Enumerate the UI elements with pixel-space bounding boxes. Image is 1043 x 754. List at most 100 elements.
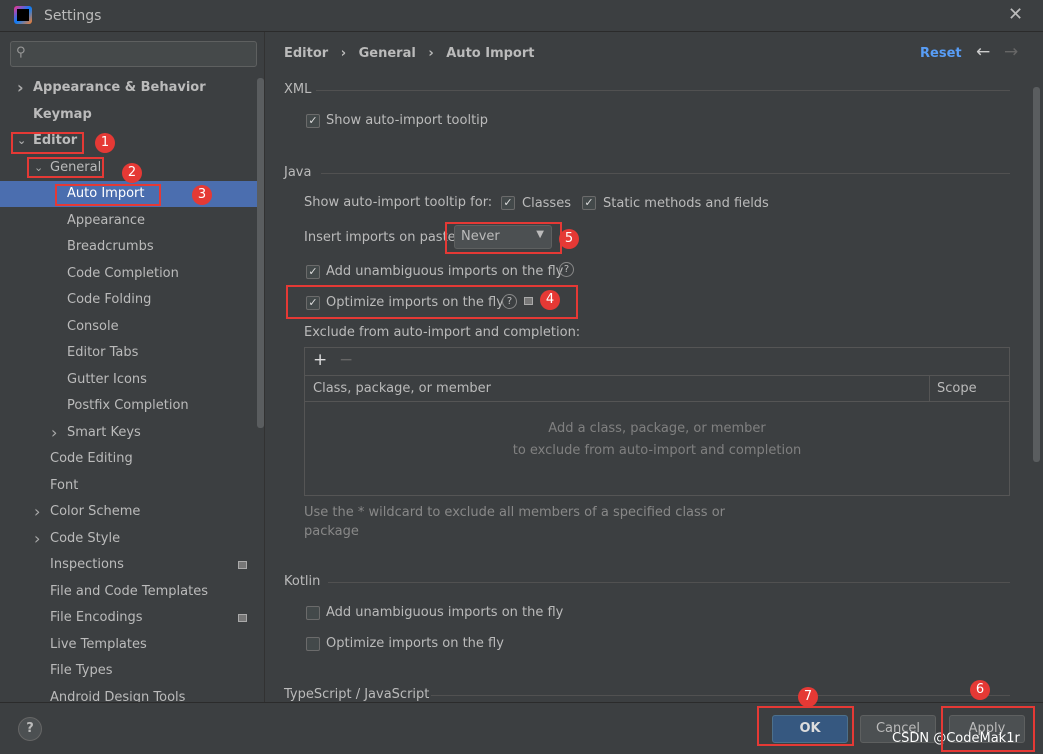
sidebar-item-font[interactable]: Font bbox=[0, 473, 258, 499]
column-header-member[interactable]: Class, package, or member bbox=[313, 381, 491, 396]
sidebar-item-editor-tabs[interactable]: Editor Tabs bbox=[0, 340, 258, 366]
annotation-5: 5 bbox=[559, 229, 579, 249]
back-arrow-icon[interactable]: ← bbox=[976, 42, 990, 62]
sidebar-item-label: Code Editing bbox=[50, 451, 133, 466]
sidebar-item-label: Code Style bbox=[50, 530, 121, 546]
sidebar-scrollbar[interactable] bbox=[257, 78, 264, 428]
sidebar-item-code-completion[interactable]: Code Completion bbox=[0, 261, 258, 287]
breadcrumb: Editor › General › Auto Import bbox=[284, 46, 535, 61]
sidebar-item-appearance[interactable]: Appearance bbox=[0, 208, 258, 234]
typescript-section-title: TypeScript / JavaScript bbox=[284, 687, 430, 702]
chevron-right-icon[interactable]: › bbox=[34, 526, 40, 552]
chevron-right-icon[interactable]: › bbox=[51, 420, 57, 446]
static-methods-checkbox[interactable]: ✓ bbox=[582, 196, 596, 210]
sidebar-item-code-style[interactable]: › Code Style bbox=[0, 526, 258, 552]
xml-show-tooltip-label: Show auto-import tooltip bbox=[326, 113, 489, 128]
java-section-title: Java bbox=[284, 165, 312, 180]
sidebar-item-label: Console bbox=[67, 318, 119, 334]
sidebar-item-label: File Types bbox=[50, 663, 113, 678]
tooltip-for-label: Show auto-import tooltip for: bbox=[304, 195, 493, 210]
annotation-1: 1 bbox=[95, 133, 115, 153]
annotation-3: 3 bbox=[192, 185, 212, 205]
chevron-right-icon[interactable]: › bbox=[34, 499, 40, 525]
sidebar-item-breadcrumbs[interactable]: Breadcrumbs bbox=[0, 234, 258, 260]
sidebar-item-label: Postfix Completion bbox=[67, 398, 189, 413]
column-header-scope[interactable]: Scope bbox=[937, 381, 977, 396]
insert-imports-label: Insert imports on paste: bbox=[304, 230, 461, 245]
annotation-4: 4 bbox=[540, 290, 560, 310]
breadcrumb-auto-import: Auto Import bbox=[446, 46, 535, 61]
sidebar-item-label: Smart Keys bbox=[67, 424, 141, 440]
search-icon: ⚲ bbox=[16, 45, 26, 60]
sidebar-item-console[interactable]: Console bbox=[0, 314, 258, 340]
annotation-7: 7 bbox=[798, 687, 818, 707]
exclude-label: Exclude from auto-import and completion: bbox=[304, 325, 581, 340]
kotlin-optimize-label: Optimize imports on the fly bbox=[326, 636, 504, 651]
sidebar-item-label: Appearance bbox=[67, 212, 146, 228]
annotation-6: 6 bbox=[970, 680, 990, 700]
sidebar-item-file-encodings[interactable]: File Encodings bbox=[0, 605, 258, 631]
table-empty-text: Add a class, package, or member to exclu… bbox=[512, 421, 802, 458]
kotlin-optimize-checkbox[interactable] bbox=[306, 637, 320, 651]
exclude-table: + − Class, package, or member Scope Add … bbox=[304, 347, 1010, 496]
add-unambiguous-checkbox[interactable]: ✓ bbox=[306, 265, 320, 279]
table-toolbar: + − bbox=[305, 348, 1009, 376]
xml-show-tooltip-checkbox[interactable]: ✓ bbox=[306, 114, 320, 128]
sidebar-item-label: Inspections bbox=[50, 557, 124, 572]
breadcrumb-editor[interactable]: Editor bbox=[284, 46, 328, 61]
sidebar-item-label: File and Code Templates bbox=[50, 583, 208, 599]
reset-link[interactable]: Reset bbox=[920, 46, 962, 61]
sidebar-item-label: Color Scheme bbox=[50, 504, 141, 519]
sidebar-item-code-folding[interactable]: Code Folding bbox=[0, 287, 258, 313]
sidebar-item-label: Keymap bbox=[33, 106, 92, 122]
sidebar-item-label: File Encodings bbox=[50, 610, 143, 625]
content-scrollbar[interactable] bbox=[1033, 87, 1040, 462]
sidebar-item-postfix-completion[interactable]: Postfix Completion bbox=[0, 393, 258, 419]
sidebar-item-label: Live Templates bbox=[50, 636, 147, 652]
dialog-footer: ? OK Cancel Apply CSDN @CodeMak1r bbox=[0, 702, 1043, 754]
close-icon[interactable]: ✕ bbox=[1008, 4, 1023, 25]
sidebar-item-file-types[interactable]: File Types bbox=[0, 658, 258, 684]
sidebar-item-file-and-code-templates[interactable]: File and Code Templates bbox=[0, 579, 258, 605]
sidebar-item-gutter-icons[interactable]: Gutter Icons bbox=[0, 367, 258, 393]
help-icon[interactable]: ? bbox=[559, 262, 574, 277]
add-icon[interactable]: + bbox=[313, 350, 327, 370]
wildcard-hint: Use the * wildcard to exclude all member… bbox=[304, 505, 726, 539]
sidebar-item-label: Code Completion bbox=[67, 265, 179, 281]
sidebar-item-label: Gutter Icons bbox=[67, 371, 147, 387]
window-title: Settings bbox=[44, 8, 102, 24]
settings-content: Editor › General › Auto Import Reset ← →… bbox=[266, 32, 1043, 702]
sidebar-item-label: Font bbox=[50, 477, 79, 493]
forward-arrow-icon[interactable]: → bbox=[1004, 42, 1018, 62]
sidebar-item-code-editing[interactable]: Code Editing bbox=[0, 446, 258, 472]
settings-badge-icon bbox=[238, 561, 247, 569]
sidebar-item-label: Breadcrumbs bbox=[67, 239, 154, 254]
settings-badge-icon bbox=[238, 614, 247, 622]
sidebar-item-smart-keys[interactable]: › Smart Keys bbox=[0, 420, 258, 446]
kotlin-section-title: Kotlin bbox=[284, 574, 321, 589]
sidebar-item-keymap[interactable]: Keymap bbox=[0, 102, 258, 128]
table-header: Class, package, or member Scope bbox=[305, 376, 1009, 402]
annotation-2: 2 bbox=[122, 163, 142, 183]
kotlin-add-unambiguous-checkbox[interactable] bbox=[306, 606, 320, 620]
static-methods-label: Static methods and fields bbox=[603, 196, 769, 211]
chevron-right-icon[interactable]: › bbox=[17, 75, 24, 101]
sidebar-item-label: Appearance & Behavior bbox=[33, 80, 206, 95]
title-bar: Settings ✕ bbox=[0, 0, 1043, 32]
xml-section-title: XML bbox=[284, 82, 312, 97]
classes-label: Classes bbox=[522, 196, 571, 211]
breadcrumb-general[interactable]: General bbox=[359, 46, 416, 61]
sidebar-item-live-templates[interactable]: Live Templates bbox=[0, 632, 258, 658]
sidebar-item-color-scheme[interactable]: › Color Scheme bbox=[0, 499, 258, 525]
sidebar-item-label: Editor Tabs bbox=[67, 345, 139, 360]
sidebar-item-inspections[interactable]: Inspections bbox=[0, 552, 258, 578]
kotlin-add-unambiguous-label: Add unambiguous imports on the fly bbox=[326, 605, 564, 620]
remove-icon: − bbox=[339, 350, 354, 370]
sidebar-item-appearance-behavior[interactable]: › Appearance & Behavior bbox=[0, 75, 258, 101]
app-logo-icon bbox=[14, 6, 32, 24]
add-unambiguous-label: Add unambiguous imports on the fly bbox=[326, 264, 564, 279]
search-input[interactable]: ⚲ bbox=[10, 41, 257, 67]
sidebar-item-label: Code Folding bbox=[67, 292, 152, 307]
classes-checkbox[interactable]: ✓ bbox=[501, 196, 515, 210]
help-button[interactable]: ? bbox=[18, 717, 42, 741]
